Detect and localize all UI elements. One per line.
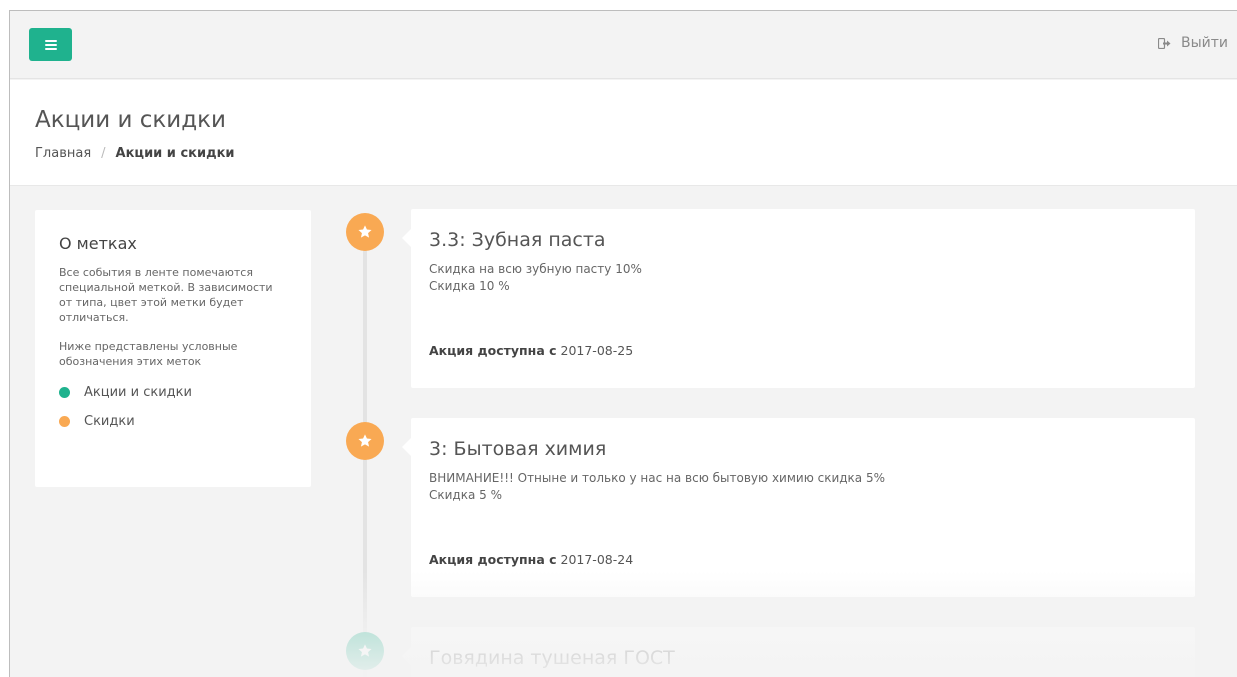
logout-label: Выйти [1180,35,1228,51]
logout-link[interactable]: Выйти [1157,35,1228,51]
availability-date: 2017-08-25 [560,343,634,358]
hamburger-icon [44,39,57,50]
sign-out-icon [1157,37,1171,49]
legend-label: Акции и скидки [84,385,192,400]
availability-date: 2017-08-24 [560,552,634,567]
top-bar: Выйти [10,11,1237,79]
promotion-title: Говядина тушеная ГОСТ [429,647,675,669]
labels-info-card: О метках Все события в ленте помечаются … [35,210,311,487]
breadcrumb-home-link[interactable]: Главная [35,146,91,161]
timeline-card: 3.3: Зубная паста Скидка на всю зубную п… [402,209,1195,388]
timeline-marker [346,422,384,460]
promotion-discount: Скидка 5 % [429,488,502,502]
promotion-availability: Акция доступна с 2017-08-24 [429,552,633,567]
star-icon [358,644,372,657]
legend-label: Скидки [84,414,135,429]
star-icon [358,225,372,238]
menu-toggle-button[interactable] [29,28,72,61]
app-window: Выйти Акции и скидки Главная / Акции и с… [9,10,1237,677]
availability-label: Акция доступна с [429,552,557,567]
promotion-text: Скидка на всю зубную пасту 10% [429,262,642,276]
page-header: Акции и скидки Главная / Акции и скидки [10,80,1237,186]
timeline-marker [346,632,384,670]
label-legend: Акции и скидки Скидки [59,385,287,429]
timeline-card: Говядина тушеная ГОСТ [402,627,1195,677]
legend-item-discounts: Скидки [59,414,287,429]
legend-dot-orange [59,416,70,427]
timeline-card: 3: Бытовая химия ВНИМАНИЕ!!! Отныне и то… [402,418,1195,597]
promotion-discount: Скидка 10 % [429,279,510,293]
breadcrumb-separator: / [101,146,106,161]
promotion-description: ВНИМАНИЕ!!! Отныне и только у нас на всю… [429,470,1177,504]
labels-info-text: Все события в ленте помечаются специальн… [59,266,273,324]
breadcrumb-current: Акции и скидки [115,146,235,161]
promotion-description: Скидка на всю зубную пасту 10% Скидка 10… [429,261,1177,295]
labels-info-subtext: Ниже представлены условные обозначения э… [59,340,238,368]
legend-dot-green [59,387,70,398]
promotion-availability: Акция доступна с 2017-08-25 [429,343,633,358]
availability-label: Акция доступна с [429,343,557,358]
page-title: Акции и скидки [35,107,226,133]
promotion-title: 3.3: Зубная паста [429,229,606,251]
labels-info-title: О метках [59,234,137,253]
star-icon [358,434,372,447]
promotion-title: 3: Бытовая химия [429,438,607,460]
promotion-text: ВНИМАНИЕ!!! Отныне и только у нас на всю… [429,471,885,485]
breadcrumb: Главная / Акции и скидки [35,146,235,161]
timeline-marker [346,213,384,251]
legend-item-promotions: Акции и скидки [59,385,287,400]
